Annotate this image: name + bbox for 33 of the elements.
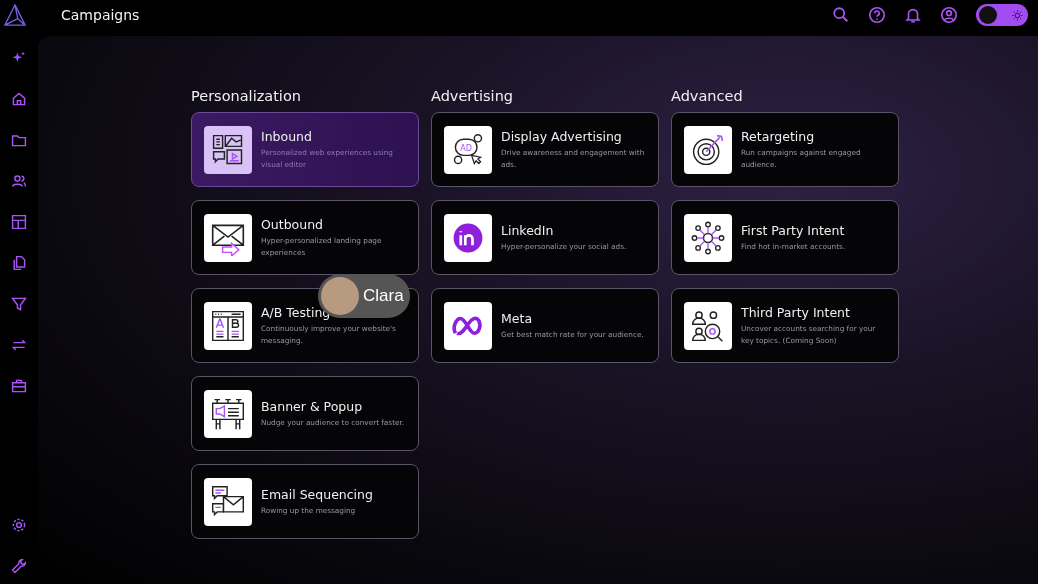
users-icon[interactable]	[11, 173, 27, 189]
swap-arrows-icon[interactable]	[11, 337, 27, 353]
card-title: Meta	[501, 310, 534, 326]
section-heading: Advanced	[671, 88, 744, 104]
page-title: Campaigns	[61, 7, 140, 23]
card-title: Banner & Popup	[261, 398, 364, 414]
card-title: Display Advertising	[501, 128, 623, 144]
wrench-icon[interactable]	[11, 558, 27, 574]
home-icon[interactable]	[11, 91, 27, 107]
briefcase-icon[interactable]	[11, 378, 27, 394]
layout-icon[interactable]	[11, 214, 27, 230]
card-title: Inbound	[261, 128, 313, 144]
presenter-name: Clara	[363, 286, 404, 306]
card-title: LinkedIn	[501, 222, 555, 238]
user-icon[interactable]	[940, 6, 958, 24]
search-icon[interactable]	[832, 6, 850, 24]
card-title: Email Sequencing	[261, 486, 373, 502]
copy-icon[interactable]	[11, 255, 27, 271]
filter-icon[interactable]	[11, 296, 27, 312]
settings-icon[interactable]	[11, 517, 27, 533]
logo-icon	[3, 3, 27, 27]
card-title: Retargeting	[741, 128, 816, 144]
help-icon[interactable]	[868, 6, 886, 24]
section-heading: Advertising	[431, 88, 515, 104]
section-heading: Personalization	[191, 88, 302, 104]
bell-icon[interactable]	[904, 6, 922, 24]
theme-toggle[interactable]	[976, 4, 1028, 26]
sun-icon	[1012, 9, 1023, 21]
card-title: Outbound	[261, 216, 325, 232]
folder-icon[interactable]	[11, 132, 27, 148]
card-title: Third Party Intent	[741, 304, 851, 320]
network-icon	[690, 219, 726, 256]
card-title: First Party Intent	[741, 222, 846, 238]
